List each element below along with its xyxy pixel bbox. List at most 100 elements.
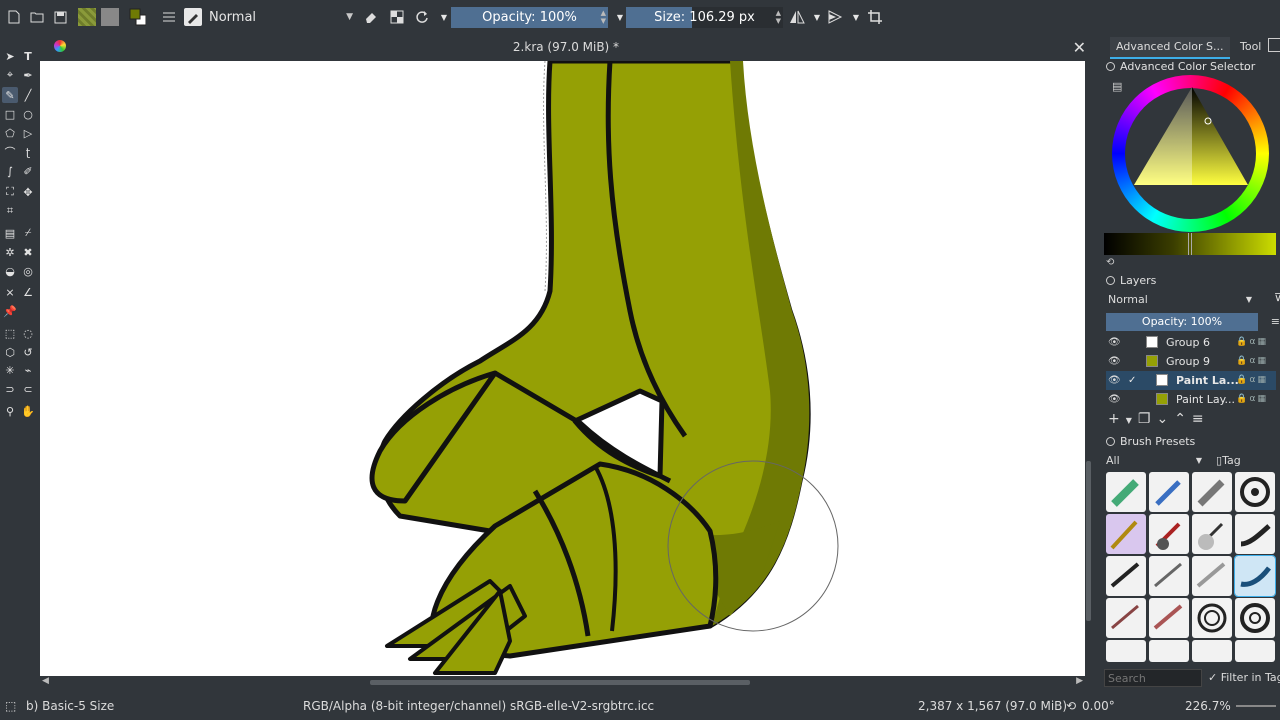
selection-icon[interactable]: ⬚ bbox=[5, 699, 16, 713]
brush-preset[interactable] bbox=[1235, 640, 1275, 662]
bezier-tool-icon[interactable]: ⌒ bbox=[2, 144, 18, 160]
dynamic-brush-icon[interactable]: ∫ bbox=[2, 163, 18, 179]
tab-advanced-color-selector[interactable]: Advanced Color S... bbox=[1110, 37, 1230, 59]
zoom-tool-icon[interactable]: ⚲ bbox=[2, 403, 18, 419]
save-icon[interactable] bbox=[51, 8, 69, 26]
vertical-scrollbar[interactable] bbox=[1085, 61, 1092, 676]
layer-menu-icon[interactable]: ≡ bbox=[1271, 315, 1280, 328]
polygon-tool-icon[interactable]: ⬠ bbox=[2, 125, 18, 141]
select-shapes-icon[interactable]: ➤ bbox=[2, 48, 18, 64]
brush-preset[interactable] bbox=[1149, 640, 1189, 662]
brush-preset[interactable] bbox=[1192, 556, 1232, 596]
collapse-icon[interactable] bbox=[1106, 276, 1115, 285]
open-folder-icon[interactable] bbox=[28, 8, 46, 26]
saturation-value-triangle[interactable] bbox=[1126, 83, 1256, 193]
move-down-icon[interactable]: ⌄ bbox=[1156, 411, 1174, 427]
pan-tool-icon[interactable]: ✋ bbox=[20, 403, 36, 419]
similar-select-icon[interactable]: ⌁ bbox=[20, 362, 36, 378]
fill-tool-icon[interactable]: ◒ bbox=[2, 263, 18, 279]
brush-preset[interactable] bbox=[1106, 598, 1146, 638]
brush-preset[interactable] bbox=[1106, 514, 1146, 554]
multibrush-icon[interactable]: ✐ bbox=[20, 163, 36, 179]
preset-search-input[interactable] bbox=[1104, 669, 1202, 687]
blend-mode-select[interactable]: Normal ▼ bbox=[205, 7, 355, 28]
scrollbar-thumb[interactable] bbox=[1086, 461, 1091, 621]
chevron-down-icon[interactable]: ▼ bbox=[1126, 416, 1138, 425]
scroll-right-icon[interactable]: ▶ bbox=[1076, 676, 1083, 686]
line-tool-icon[interactable]: ╱ bbox=[20, 87, 36, 103]
brush-preset[interactable] bbox=[1149, 556, 1189, 596]
check-icon[interactable]: ✓ bbox=[1128, 371, 1136, 390]
layer-row[interactable]: 👁 Group 9 🔒α▦ bbox=[1106, 352, 1276, 371]
rectangle-tool-icon[interactable]: □ bbox=[2, 106, 18, 122]
edit-shapes-icon[interactable]: ⌖ bbox=[2, 67, 18, 83]
assistant-tool-icon[interactable]: ⨯ bbox=[2, 284, 18, 300]
scrollbar-thumb[interactable] bbox=[370, 680, 750, 685]
brush-preset[interactable] bbox=[1149, 598, 1189, 638]
spin-arrows-icon[interactable]: ▲ ▼ bbox=[601, 9, 606, 25]
move-tool-icon[interactable]: ✥ bbox=[20, 184, 36, 200]
filter-in-tag-checkbox[interactable]: ✓ Filter in Tag bbox=[1208, 671, 1280, 684]
eraser-icon[interactable] bbox=[362, 8, 380, 26]
colorize-mask-icon[interactable]: ✲ bbox=[2, 244, 18, 260]
zoom-slider[interactable] bbox=[1236, 705, 1276, 707]
tag-button[interactable]: ▯Tag bbox=[1216, 452, 1241, 470]
layer-row-selected[interactable]: 👁 ✓ Paint La... 🔒α▦ bbox=[1106, 371, 1276, 390]
crop-tool-icon[interactable]: ⌗ bbox=[2, 203, 18, 219]
preserve-alpha-icon[interactable] bbox=[388, 8, 406, 26]
fg-bg-color-icon[interactable] bbox=[128, 8, 146, 26]
calligraphy-icon[interactable]: ✒ bbox=[20, 67, 36, 83]
collapse-icon[interactable] bbox=[1106, 437, 1115, 446]
brush-preset[interactable] bbox=[1149, 472, 1189, 512]
collapse-icon[interactable] bbox=[1106, 62, 1115, 71]
eye-icon[interactable]: 👁 bbox=[1108, 352, 1121, 371]
brush-preset[interactable] bbox=[1149, 514, 1189, 554]
brush-preset[interactable] bbox=[1235, 514, 1275, 554]
move-up-icon[interactable]: ⌃ bbox=[1174, 411, 1192, 427]
layer-row[interactable]: 👁 Paint Lay... 🔒α▦ bbox=[1106, 390, 1276, 409]
chevron-down-icon[interactable]: ▼ bbox=[847, 8, 865, 26]
smart-patch-icon[interactable]: ✖ bbox=[20, 244, 36, 260]
refresh-icon[interactable]: ⟲ bbox=[1106, 257, 1114, 268]
brush-preset[interactable] bbox=[1192, 514, 1232, 554]
spin-arrows-icon[interactable]: ▲ ▼ bbox=[776, 9, 781, 25]
brush-preset[interactable] bbox=[1106, 640, 1146, 662]
opacity-slider[interactable]: Opacity: 100% ▲ ▼ bbox=[451, 7, 608, 28]
color-history-strip[interactable] bbox=[1104, 233, 1276, 255]
brush-preset-selected[interactable] bbox=[1234, 555, 1276, 597]
polygon-select-icon[interactable]: ⬡ bbox=[2, 344, 18, 360]
layer-props-icon[interactable]: 🔒α▦ bbox=[1236, 371, 1268, 390]
layer-blend-select[interactable]: Normal ▼ bbox=[1106, 291, 1256, 309]
duplicate-layer-icon[interactable]: ❐ bbox=[1138, 411, 1157, 427]
mirror-vertical-icon[interactable] bbox=[827, 8, 845, 26]
eye-icon[interactable]: 👁 bbox=[1108, 333, 1121, 352]
rotation-icon[interactable]: ⟲ bbox=[1066, 699, 1076, 713]
brush-preset[interactable] bbox=[1192, 472, 1232, 512]
freehand-brush-icon[interactable]: ✎ bbox=[2, 87, 18, 103]
layer-properties-icon[interactable]: ≡ bbox=[1192, 411, 1210, 427]
brush-preset[interactable] bbox=[1106, 556, 1146, 596]
bezier-select-icon[interactable]: ⊃ bbox=[2, 381, 18, 397]
layer-props-icon[interactable]: 🔒α▦ bbox=[1236, 390, 1268, 409]
add-layer-icon[interactable]: + bbox=[1108, 411, 1126, 427]
color-model-label[interactable]: RGB/Alpha (8-bit integer/channel) sRGB-e… bbox=[303, 699, 654, 713]
brush-preset[interactable] bbox=[1235, 472, 1275, 512]
color-selector-settings-icon[interactable]: ▤ bbox=[1112, 80, 1122, 93]
pattern-swatch-icon[interactable] bbox=[101, 8, 119, 26]
zoom-value[interactable]: 226.7% bbox=[1185, 699, 1231, 713]
brush-preset[interactable] bbox=[1192, 598, 1232, 638]
layer-opacity-slider[interactable]: Opacity: 100% bbox=[1106, 313, 1258, 331]
brush-preset-icon[interactable] bbox=[184, 8, 202, 26]
layer-props-icon[interactable]: 🔒α▦ bbox=[1236, 352, 1268, 371]
transform-tool-icon[interactable]: ⛶ bbox=[2, 184, 18, 200]
mirror-horizontal-icon[interactable] bbox=[788, 8, 806, 26]
filter-icon[interactable]: ⊽ bbox=[1274, 291, 1280, 304]
crop-wrap-icon[interactable] bbox=[866, 8, 884, 26]
brush-preset[interactable] bbox=[1106, 472, 1146, 512]
reload-preset-icon[interactable] bbox=[413, 8, 431, 26]
horizontal-scrollbar[interactable]: ◀ ▶ bbox=[40, 676, 1085, 690]
ellipse-select-icon[interactable]: ◌ bbox=[20, 325, 36, 341]
reference-images-icon[interactable]: 📌 bbox=[2, 303, 18, 319]
rect-select-icon[interactable]: ⬚ bbox=[2, 325, 18, 341]
gradient-swatch-icon[interactable] bbox=[78, 8, 96, 26]
